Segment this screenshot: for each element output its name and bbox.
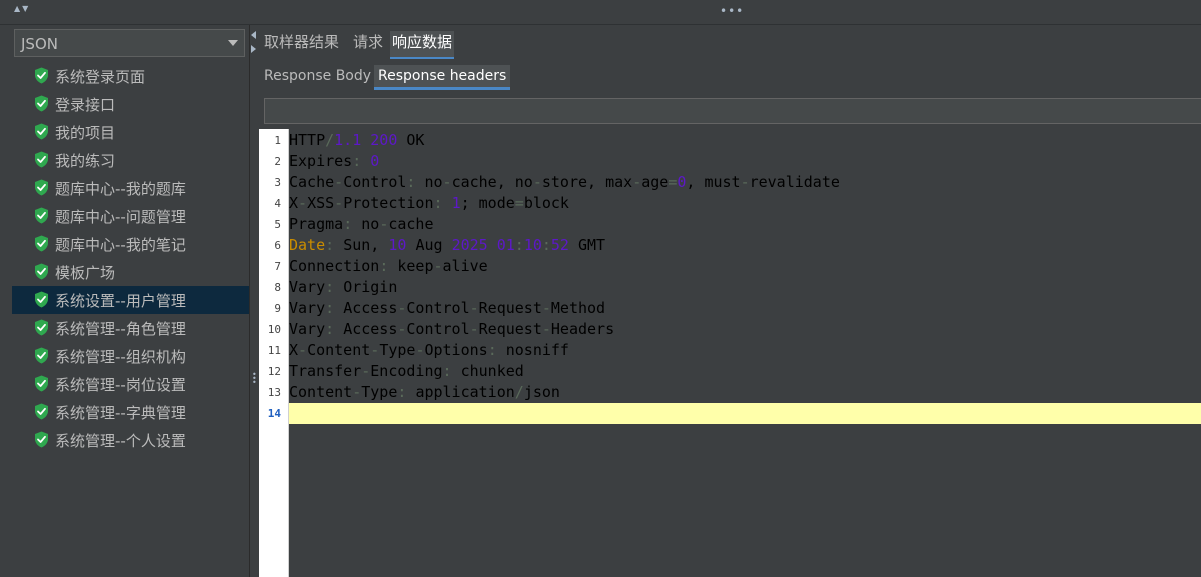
header-line[interactable]: X-XSS-Protection: 1; mode=block [289,193,1201,214]
tree-item[interactable]: 系统管理--角色管理 [0,314,249,342]
tree-item-label: 系统管理--字典管理 [55,404,186,422]
line-number: 3 [274,176,281,189]
line-number-gutter: 1 2 3 4 5 6 7 8 9 10 11 12 13 14 [259,129,289,577]
renderer-select[interactable]: JSON [14,29,245,57]
tab-result-1[interactable]: 请求 [351,31,385,57]
expand-right-icon[interactable] [251,45,256,53]
header-line[interactable]: Vary: Origin [289,277,1201,298]
header-line[interactable]: X-Content-Type-Options: nosniff [289,340,1201,361]
header-line[interactable]: Expires: 0 [289,151,1201,172]
shield-check-icon [34,123,49,140]
renderer-select-value: JSON [21,35,58,53]
tree-item-label: 系统管理--个人设置 [55,432,186,450]
header-line[interactable]: Cache-Control: no-cache, no-store, max-a… [289,172,1201,193]
line-number: 10 [267,323,281,336]
top-toolbar-strip: ▲▼ ••• [0,0,1201,25]
chevron-down-icon [228,40,238,46]
tree-item-label: 登录接口 [55,96,116,114]
line-number: 12 [267,365,281,378]
line-number: 9 [274,302,281,315]
header-line[interactable]: Vary: Access-Control-Request-Method [289,298,1201,319]
line-number: 13 [267,386,281,399]
header-line[interactable]: HTTP/1.1 200 OK [289,130,1201,151]
tree-item[interactable]: 我的练习 [0,146,249,174]
line-number: 11 [267,344,281,357]
tree-item-label: 我的项目 [55,124,116,142]
line-number: 5 [274,218,281,231]
response-headers-editor[interactable]: 1 2 3 4 5 6 7 8 9 10 11 12 13 14 HTTP/1.1 200 OK Expir… [259,129,1201,577]
shield-check-icon [34,207,49,224]
line-number: 4 [274,197,281,210]
shield-check-icon [34,67,49,84]
tree-item[interactable]: 题库中心--问题管理 [0,202,249,230]
panel-splitter[interactable]: • • • [250,25,258,577]
tree-item[interactable]: 系统管理--个人设置 [0,426,249,454]
line-number: 1 [274,134,281,147]
shield-check-icon [34,347,49,364]
tree-item[interactable]: 我的项目 [0,118,249,146]
collapse-left-icon[interactable] [251,31,256,39]
results-tree-panel: JSON 系统登录页面 登录接口我的项目我的练习题库中心--我的题库 题库中心--问… [0,25,250,577]
tree-item[interactable]: 系统管理--岗位设置 [0,370,249,398]
shield-check-icon [34,95,49,112]
tree-item-label: 题库中心--问题管理 [55,208,186,226]
drag-handle-icon[interactable]: ••• [720,5,744,17]
tree-item-label: 模板广场 [55,264,116,282]
tree-item[interactable]: 题库中心--我的题库 [0,174,249,202]
shield-check-icon [34,375,49,392]
shield-check-icon [34,403,49,420]
collapse-arrows-icon[interactable]: ▲▼ [14,4,30,13]
shield-check-icon [34,179,49,196]
header-line[interactable]: Date: Sun, 10 Aug 2025 01:10:52 GMT [289,235,1201,256]
header-line[interactable]: Vary: Access-Control-Request-Headers [289,319,1201,340]
tree-item-label: 系统登录页面 [55,68,146,86]
line-number: 8 [274,281,281,294]
shield-check-icon [34,235,49,252]
tab-result-0[interactable]: 取样器结果 [262,31,341,57]
tree-item-label: 系统管理--岗位设置 [55,376,186,394]
tree-item-label: 系统设置--用户管理 [55,292,186,310]
line-number: 14 [267,407,281,420]
tab-response-0[interactable]: Response Body [260,65,375,90]
shield-check-icon [34,431,49,448]
line-number: 7 [274,260,281,273]
tree-item-label: 系统管理--角色管理 [55,320,186,338]
tree-item[interactable]: 系统管理--组织机构 [0,342,249,370]
tree-item-label: 系统管理--组织机构 [55,348,186,366]
tree-item[interactable]: 系统登录页面 [0,62,249,90]
tree-item[interactable]: 登录接口 [0,90,249,118]
header-line[interactable] [289,403,1201,424]
shield-check-icon [34,151,49,168]
line-number: 2 [274,155,281,168]
splitter-grip-icon[interactable]: • • • [252,371,257,387]
tree-item[interactable]: 系统设置--用户管理 [12,286,249,314]
shield-check-icon [34,291,49,308]
header-line[interactable]: Connection: keep-alive [289,256,1201,277]
tree-item-label: 题库中心--我的笔记 [55,236,186,254]
code-area[interactable]: HTTP/1.1 200 OK Expires: 0 Cache-Control: … [289,129,1201,577]
tree-item-label: 题库中心--我的题库 [55,180,186,198]
line-number: 6 [274,239,281,252]
tab-result-2[interactable]: 响应数据 [390,31,455,59]
tree-item-label: 我的练习 [55,152,116,170]
search-input[interactable] [264,98,1201,124]
header-line[interactable]: Pragma: no-cache [289,214,1201,235]
header-line[interactable]: Transfer-Encoding: chunked [289,361,1201,382]
shield-check-icon [34,319,49,336]
tab-response-1[interactable]: Response headers [374,65,511,90]
shield-check-icon [34,263,49,280]
tree-item[interactable]: 系统管理--字典管理 [0,398,249,426]
sampler-results-tree: 系统登录页面 登录接口我的项目我的练习题库中心--我的题库 题库中心--问题管理 题库… [0,62,249,454]
tree-item[interactable]: 模板广场 [0,258,249,286]
tree-item[interactable]: 题库中心--我的笔记 [0,230,249,258]
header-line[interactable]: Content-Type: application/json [289,382,1201,403]
